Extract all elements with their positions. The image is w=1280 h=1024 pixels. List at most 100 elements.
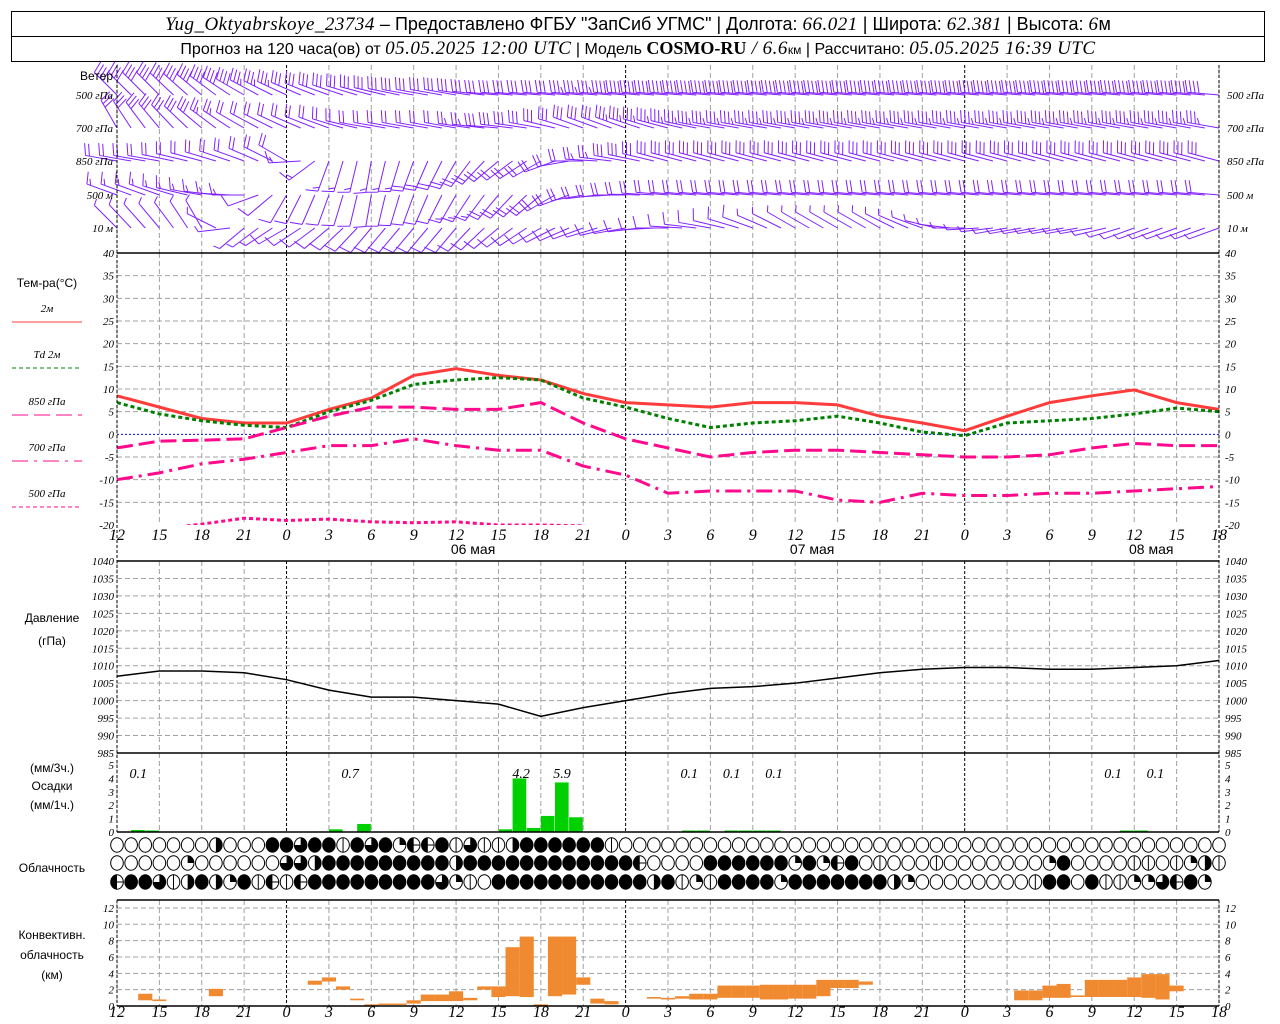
cloud-symbol [901, 837, 915, 853]
wind-barb [523, 108, 556, 129]
wind-level-label-right: 500 гПа [1227, 90, 1264, 102]
cloud-quarter-fill [1134, 874, 1141, 882]
cloud-symbol [1212, 837, 1226, 853]
wind-level-label: 10 м [92, 223, 113, 235]
cloud-symbol [138, 874, 153, 890]
convective-cloud-bar [378, 1003, 393, 1006]
y-tick-label-right: 35 [1224, 271, 1237, 283]
cloud-symbol [265, 855, 280, 871]
cloud-symbol [548, 874, 562, 890]
y-tick-label-right: 1010 [1225, 661, 1248, 673]
cloud-symbol [435, 855, 449, 871]
cloud-symbol [986, 837, 1000, 853]
cloud-symbol [194, 837, 209, 853]
cloudiness-title: Облачность [19, 861, 85, 875]
cloud-symbol [491, 874, 506, 890]
cloud-symbol [844, 855, 859, 871]
cloud-symbol [802, 855, 817, 871]
time-tick-label: 3 [324, 527, 333, 544]
cloud-symbol [1070, 837, 1085, 853]
cloud-symbol [152, 855, 167, 871]
cloud-half-fill [215, 837, 223, 853]
cloud-symbol [1127, 837, 1142, 853]
wind-barb [337, 194, 358, 227]
temp-legend-label: 500 гПа [29, 488, 66, 500]
cloud-symbol [392, 855, 407, 871]
wind-level-label: 850 гПа [76, 156, 113, 168]
cloud-symbol [350, 874, 364, 890]
cloud-symbol [887, 837, 901, 853]
date-label: 07 мая [790, 541, 834, 557]
precip-title: Осадки [32, 779, 73, 793]
precip-unit-1h: (мм/1ч.) [30, 798, 74, 812]
convective-cloud-bar [788, 984, 803, 999]
temp-legend-label: 2м [41, 303, 54, 315]
date-label: 06 мая [451, 541, 495, 557]
wind-barb [851, 205, 881, 229]
cloud-symbol [915, 855, 930, 871]
convective-cloud-bar [477, 986, 492, 990]
convective-cloud-bar [1056, 983, 1071, 998]
y-tick-label-right: 1020 [1225, 626, 1248, 638]
y-tick-label: 10 [103, 919, 115, 931]
wind-level-label: 500 м [87, 190, 113, 202]
cloud-symbol [1014, 837, 1029, 853]
cloud-symbol [322, 874, 336, 890]
cloud-symbol [519, 855, 534, 871]
cloud-symbol [1099, 855, 1113, 871]
cloud-symbol [929, 874, 944, 890]
wind-barb [264, 150, 301, 164]
wind-level-label-right: 10 м [1227, 223, 1248, 235]
convective-title-2: облачность [20, 948, 84, 962]
y-tick-label-right: 1000 [1225, 696, 1248, 708]
convective-cloud-bar [1042, 985, 1057, 998]
cloud-symbol [632, 837, 647, 853]
cloud-quarter-fill [696, 874, 703, 882]
cloud-half-fill [1204, 855, 1212, 871]
y-tick-label-right: -20 [1225, 520, 1240, 532]
cloud-symbol [675, 855, 689, 871]
convective-cloud-bar [392, 1003, 407, 1006]
cloud-symbol [152, 837, 167, 853]
wind-barb [677, 210, 711, 229]
cloud-symbol [816, 874, 831, 890]
precip-3h-label: 0.1 [680, 767, 698, 782]
cloud-symbol [251, 855, 266, 871]
cloud-symbol [943, 837, 958, 853]
wind-barb [321, 194, 344, 227]
time-tick-label: 18 [872, 1004, 888, 1021]
y-tick-label-right: 1040 [1225, 556, 1248, 568]
precip-bar [357, 823, 371, 832]
wind-barb [1184, 179, 1220, 196]
y-tick-label-right: 2 [1225, 985, 1231, 997]
precip-bar [554, 782, 569, 832]
cloud-symbol [774, 837, 788, 853]
wind-barb [298, 104, 330, 129]
y-tick-label-right: 1 [1225, 814, 1231, 826]
cloud-symbol [562, 874, 576, 890]
convective-cloud-bar [675, 996, 690, 999]
y-tick-label: 40 [103, 248, 115, 260]
cloud-symbol [703, 855, 718, 871]
y-tick-label: 0 [109, 429, 115, 441]
wind-barb [215, 99, 245, 129]
cloud-symbol [322, 855, 336, 871]
convective-cloud-bar [547, 936, 563, 997]
cloud-symbol [788, 874, 802, 890]
wind-title: Ветер [80, 69, 113, 83]
wind-barb [339, 227, 372, 253]
cloud-symbol [519, 837, 534, 853]
cloud-symbol [548, 837, 562, 853]
convective-cloud-bar [689, 993, 704, 1000]
cloud-symbol [943, 874, 958, 890]
wind-barb [402, 160, 429, 191]
convective-cloud-bar [562, 936, 577, 995]
precip-3h-label: 4.2 [512, 767, 530, 782]
cloud-symbol [661, 874, 675, 890]
cloud-symbol [576, 874, 591, 890]
cloud-symbol [406, 855, 421, 871]
y-tick-label-right: -15 [1225, 497, 1240, 509]
wind-barb [890, 210, 923, 229]
cloud-symbol [166, 837, 181, 853]
wind-barb [208, 182, 245, 196]
